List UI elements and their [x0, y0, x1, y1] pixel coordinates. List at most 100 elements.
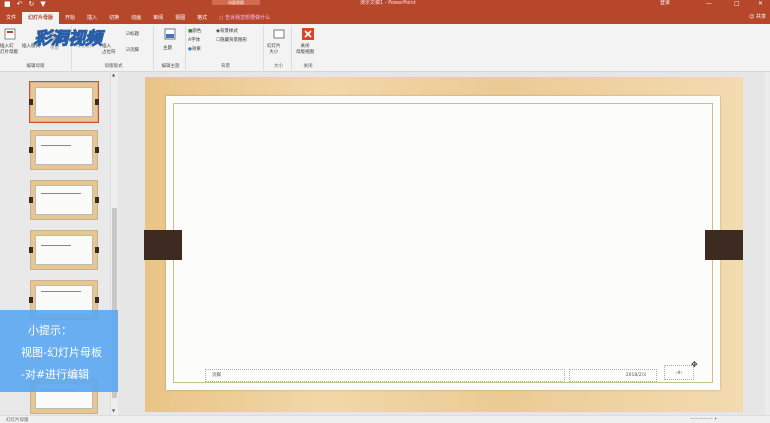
group-label: 大小 [274, 64, 283, 69]
title-checkbox[interactable]: ☑标题 [126, 32, 139, 38]
thumbnail-clip [95, 247, 99, 253]
thumbnail-clip [95, 147, 99, 153]
group-label: 母版版式 [104, 64, 123, 69]
tip-line: 视图-幻灯片母板 [21, 346, 102, 359]
thumbnail-layout[interactable] [29, 130, 99, 170]
sign-in-link[interactable]: 登录 [660, 0, 670, 6]
group-label: 关闭 [303, 64, 313, 69]
share-button[interactable]: ☺ 共享 [749, 12, 766, 22]
tab-insert[interactable]: 插入 [81, 12, 103, 24]
thumbnail-page [35, 185, 93, 215]
footer-placeholder[interactable]: 页脚 [205, 369, 565, 382]
tip-heading: 小提示： [28, 324, 72, 337]
tab-file[interactable]: 文件 [0, 12, 22, 24]
right-binder-clip [705, 230, 743, 260]
status-bar: 幻灯片母版 ————— + [0, 415, 770, 423]
minimize-button[interactable]: — [706, 0, 712, 7]
watermark-logo: 彩洞视频 [34, 29, 103, 50]
insert-master-icon [4, 28, 16, 40]
group-label: 编辑主题 [161, 64, 180, 69]
customize-qat-icon[interactable]: ▼ [40, 0, 45, 8]
slide-number-placeholder[interactable]: ‹#› [664, 365, 694, 380]
tab-transitions[interactable]: 切换 [103, 12, 125, 24]
group-label: 背景 [221, 64, 230, 69]
context-tab-header: 母版视图 [212, 0, 260, 5]
fonts-label: 字体 [191, 38, 201, 43]
background-styles-label: 背景样式 [219, 29, 238, 34]
thumbnail-layout[interactable] [29, 230, 99, 270]
slide-size-icon [273, 29, 285, 39]
slide-size-button[interactable]: 幻灯片 大小 [267, 44, 281, 56]
save-icon[interactable]: ■ [4, 0, 11, 8]
thumbnail-page [35, 135, 93, 165]
title-placeholder-frame[interactable] [173, 103, 713, 383]
close-master-icon [302, 28, 314, 40]
thumbnail-page [35, 87, 93, 117]
date-text: 2018/2/3 [625, 373, 646, 378]
group-background: ■颜色 A字体 ●效果 ◉背景样式 ☐隐藏背景图形 背景 [188, 26, 264, 70]
tell-me-label: 告诉我您想要做什么 [225, 15, 271, 21]
thumbnail-layout[interactable] [29, 180, 99, 220]
close-master-view-button[interactable]: 关闭 母版视图 [296, 44, 314, 56]
group-edit-theme: 主题 编辑主题 [156, 26, 186, 70]
thumbnail-title-line [41, 245, 71, 246]
footers-checkbox-label: 页脚 [130, 48, 140, 53]
redo-icon[interactable]: ↻ [29, 0, 35, 8]
group-close: 关闭 母版视图 关闭 [294, 26, 322, 70]
tip-line: -对#进行编辑 [21, 368, 90, 381]
scroll-down-icon[interactable]: ▼ [112, 408, 115, 413]
tab-home[interactable]: 开始 [59, 12, 81, 24]
thumbnail-clip [29, 297, 33, 303]
tab-review[interactable]: 审阅 [147, 12, 169, 24]
quick-access-toolbar: ■ ↶ ↻ ▼ [4, 0, 46, 8]
themes-button[interactable]: 主题 [163, 46, 172, 52]
title-checkbox-label: 标题 [130, 32, 140, 37]
insert-master-label-2: 灯片母版 [0, 50, 18, 55]
group-label: 编辑母版 [26, 64, 45, 69]
footer-text: 页脚 [212, 373, 221, 378]
thumbnail-clip [29, 197, 33, 203]
fonts-button[interactable]: A字体 [188, 38, 200, 44]
undo-icon[interactable]: ↶ [17, 0, 23, 8]
hide-background-label: 隐藏背景图形 [220, 38, 248, 43]
move-cursor-icon: ✥ [691, 360, 698, 369]
tell-me-search[interactable]: ○ 告诉我您想要做什么 [219, 12, 270, 24]
insert-placeholder-button[interactable]: 插入 占位符 [102, 44, 116, 56]
thumbnail-page [35, 235, 93, 265]
colors-button[interactable]: ■颜色 [188, 29, 201, 35]
colors-label: 颜色 [192, 29, 202, 34]
hide-background-checkbox[interactable]: ☐隐藏背景图形 [216, 38, 247, 44]
tab-animations[interactable]: 动画 [125, 12, 147, 24]
maximize-button[interactable]: □ [734, 0, 740, 7]
scroll-up-icon[interactable]: ▲ [112, 72, 115, 77]
tab-slide-master[interactable]: 幻灯片母版 [22, 12, 60, 24]
footers-checkbox[interactable]: ☑页脚 [126, 48, 139, 54]
tab-view[interactable]: 视图 [169, 12, 191, 24]
title-bar: ■ ↶ ↻ ▼ 母版视图 演示文稿1 - PowerPoint 登录 — □ ✕ [0, 0, 770, 10]
thumbnail-clip [29, 99, 33, 105]
effects-button[interactable]: ●效果 [188, 47, 201, 53]
close-window-button[interactable]: ✕ [758, 0, 763, 7]
person-icon: ☺ [749, 14, 756, 20]
effects-label: 效果 [191, 47, 201, 52]
thumbnail-clip [95, 197, 99, 203]
main-scrollbar[interactable] [765, 72, 770, 415]
window-title: 演示文稿1 - PowerPoint [360, 0, 416, 6]
insert-placeholder-label-2: 占位符 [102, 50, 116, 55]
zoom-slider[interactable]: ————— + [690, 417, 718, 422]
ribbon-tabs: 文件 幻灯片母版 开始 插入 切换 动画 审阅 视图 格式 ○ 告诉我您想要做什… [0, 10, 770, 24]
thumbnail-clip [95, 99, 99, 105]
thumbnail-title-line [41, 145, 71, 146]
themes-icon [164, 28, 176, 40]
close-master-label-2: 母版视图 [296, 50, 314, 55]
background-styles-button[interactable]: ◉背景样式 [216, 29, 238, 35]
thumbnail-clip [95, 297, 99, 303]
date-placeholder[interactable]: 2018/2/3 [569, 369, 657, 382]
tab-format[interactable]: 格式 [191, 12, 213, 24]
insert-slide-master-button[interactable]: 插入幻 灯片母版 [0, 44, 18, 56]
ribbon: 插入幻 灯片母版 插入版式 重命名 删除 保留 编辑母版 母版版式 插入 占位符… [0, 24, 770, 72]
status-view-label: 幻灯片母版 [6, 418, 29, 423]
thumbnail-clip [29, 147, 33, 153]
thumbnail-master[interactable] [29, 81, 99, 123]
thumbnail-title-line [41, 193, 81, 194]
